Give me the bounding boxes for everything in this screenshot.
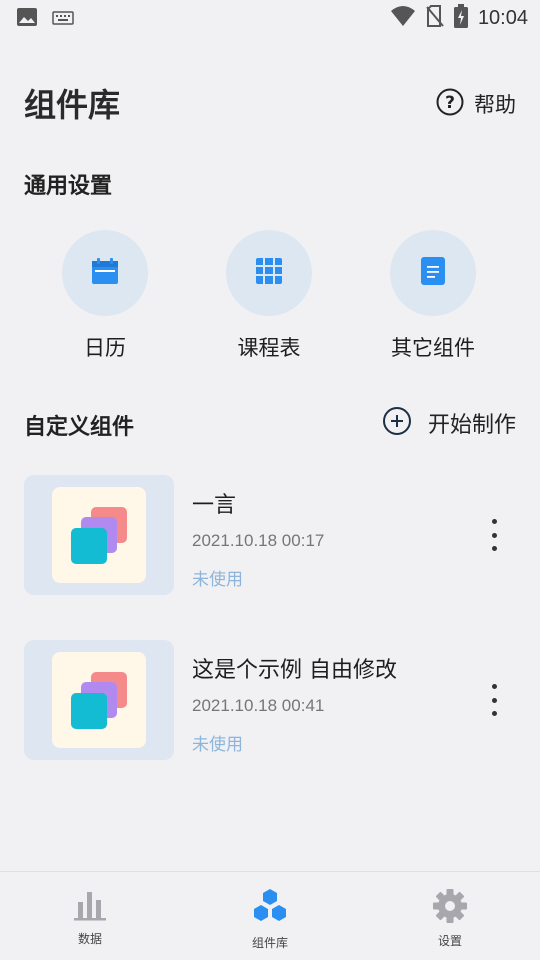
page-title: 组件库 [24,86,121,124]
no-sim-icon [426,4,444,32]
card-timestamp: 2021.10.18 00:41 [192,696,325,715]
bar-chart-icon [72,892,108,926]
card-title: 这是个示例 自由修改 [192,658,397,683]
custom-section-header: 自定义组件 开始制作 [24,406,516,442]
general-section-title: 通用设置 [24,174,113,199]
widget-timetable[interactable]: 课程表 [209,230,329,362]
svg-text:?: ? [445,93,455,113]
widget-preview-icon [52,652,146,748]
widget-calendar[interactable]: 日历 [45,230,165,362]
status-bar: 10:04 [0,0,540,36]
widget-thumbnail [24,475,174,595]
more-options-icon[interactable] [488,519,500,551]
more-options-icon[interactable] [488,684,500,716]
status-right: 10:04 [390,4,528,32]
image-icon [16,7,38,31]
custom-section-title: 自定义组件 [24,415,135,440]
widget-other-circle [390,230,476,316]
nav-label-data: 数据 [77,932,102,946]
start-create-label: 开始制作 [427,413,516,438]
card-title: 一言 [192,493,237,518]
nav-label-settings: 设置 [437,934,462,948]
card-status: 未使用 [192,570,243,590]
gear-icon [432,889,468,928]
widget-calendar-circle [62,230,148,316]
calendar-icon [91,257,119,289]
widget-other[interactable]: 其它组件 [373,230,493,362]
keyboard-icon [52,10,74,29]
battery-charging-icon [453,4,468,32]
hexagons-icon [250,889,290,930]
card-status: 未使用 [192,735,243,755]
nav-item-widgets[interactable]: 组件库 [210,888,330,951]
custom-widget-card[interactable]: 一言 2021.10.18 00:17 未使用 [24,475,516,595]
help-button[interactable]: ? 帮助 [436,88,516,120]
nav-label-widgets: 组件库 [251,936,288,950]
widget-preview-icon [52,487,146,583]
status-time: 10:04 [477,6,528,29]
document-icon [420,256,446,290]
timetable-icon [255,257,283,289]
widget-calendar-label: 日历 [84,336,126,360]
bottom-nav: 数据 组件库 设置 [0,871,540,960]
widget-other-label: 其它组件 [391,336,475,360]
widget-thumbnail [24,640,174,760]
widget-timetable-circle [226,230,312,316]
status-left [16,7,74,31]
custom-widget-card[interactable]: 这是个示例 自由修改 2021.10.18 00:41 未使用 [24,640,516,760]
help-label: 帮助 [474,93,516,117]
widget-timetable-label: 课程表 [237,336,301,360]
nav-item-settings[interactable]: 设置 [390,888,510,949]
card-timestamp: 2021.10.18 00:17 [192,531,325,550]
start-create-button[interactable]: 开始制作 [382,406,516,440]
header: 组件库 ? 帮助 [24,80,516,126]
add-circle-icon [382,406,412,440]
nav-item-data[interactable]: 数据 [30,888,150,947]
help-circle-icon: ? [436,88,464,120]
wifi-icon [390,5,416,31]
